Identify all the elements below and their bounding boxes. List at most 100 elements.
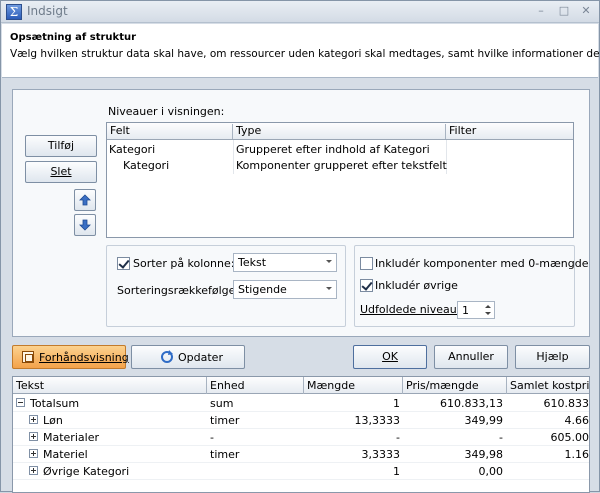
unfold-levels-spinner[interactable]: 1 — [457, 301, 495, 319]
column-header-pris[interactable]: Pris/mængde — [403, 377, 507, 394]
cell-pris: 349,99 — [464, 414, 504, 427]
minimize-button[interactable]: – — [532, 3, 550, 19]
dialog-window: Σ Indsigt – □ ✕ Opsætning af struktur Væ… — [0, 0, 600, 493]
sigma-app-icon: Σ — [6, 4, 22, 20]
cell-pris: 610.833,13 — [440, 397, 503, 410]
sort-on-column-label: Sorter på kolonne: — [133, 257, 235, 270]
spin-up-icon[interactable] — [485, 305, 491, 308]
refresh-icon — [161, 350, 173, 363]
preview-button[interactable]: Forhåndsvisning — [12, 345, 129, 369]
expand-icon[interactable] — [29, 432, 38, 441]
levels-label: Niveauer i visningen: — [108, 105, 225, 118]
cell-maengde: 13,3333 — [354, 414, 401, 427]
cell-enhed: sum — [210, 397, 234, 410]
sort-order-value: Stigende — [238, 283, 287, 296]
preview-icon — [22, 351, 34, 363]
levels-row-type: Komponenter grupperet efter tekstfelt — [236, 159, 447, 172]
expand-icon[interactable] — [29, 449, 38, 458]
title-bar[interactable]: Σ Indsigt – □ ✕ — [1, 1, 599, 23]
cell-samlet: 4.66 — [564, 414, 590, 427]
table-row[interactable]: Materialer - - - 605.00 — [13, 429, 590, 446]
unfold-levels-label: Udfoldede niveauer — [360, 303, 468, 316]
ok-button[interactable]: OK — [353, 345, 427, 369]
add-button-label: Tilføj — [47, 139, 75, 152]
include-other-label: Inkludér øvrige — [375, 279, 458, 292]
cell-samlet: 605.00 — [550, 431, 590, 444]
table-row[interactable]: Løn timer 13,3333 349,99 4.66 — [13, 412, 590, 429]
move-down-button[interactable] — [74, 214, 96, 236]
header-description: Vælg hvilken struktur data skal have, om… — [10, 48, 600, 60]
column-header-enhed[interactable]: Enhed — [207, 377, 304, 394]
cell-enhed: - — [210, 431, 214, 444]
include-zero-qty-label: Inkludér komponenter med 0-mængde — [375, 257, 589, 270]
arrow-down-icon — [79, 219, 91, 231]
cell-tekst: Materialer — [43, 431, 99, 444]
close-button[interactable]: ✕ — [577, 3, 595, 19]
cell-samlet: 610.833 — [543, 397, 590, 410]
cell-maengde: - — [396, 431, 400, 444]
sort-on-column-checkbox[interactable] — [117, 257, 130, 270]
maximize-button[interactable]: □ — [555, 3, 573, 19]
levels-row-felt: Kategori — [109, 143, 156, 156]
cell-pris: 349,98 — [464, 448, 504, 461]
cell-maengde: 3,3333 — [361, 448, 401, 461]
levels-grid-header: Felt Type Filter — [107, 123, 573, 140]
collapse-icon[interactable] — [16, 398, 25, 407]
chevron-down-icon — [326, 287, 332, 290]
cell-tekst: Øvrige Kategori — [43, 465, 130, 478]
sort-order-label: Sorteringsrækkefølge: — [117, 284, 240, 297]
update-button[interactable]: Opdater — [131, 345, 245, 369]
cell-enhed: timer — [210, 414, 240, 427]
results-grid[interactable]: Tekst Enhed Mængde Pris/mængde Samlet ko… — [12, 376, 590, 493]
include-other-checkbox[interactable] — [360, 279, 373, 292]
arrow-up-icon — [79, 194, 91, 206]
table-row[interactable]: Totalsum sum 1 610.833,13 610.833 — [13, 395, 590, 412]
cancel-button[interactable]: Annuller — [434, 345, 508, 369]
column-header-samlet[interactable]: Samlet kostpris — [507, 377, 589, 394]
help-button[interactable]: Hjælp — [515, 345, 590, 369]
cell-maengde: 1 — [393, 465, 400, 478]
column-header-felt[interactable]: Felt — [107, 124, 233, 139]
update-button-label: Opdater — [178, 351, 223, 364]
levels-row-felt: Kategori — [123, 159, 170, 172]
header-section: Opsætning af struktur Vælg hvilken struk… — [2, 24, 600, 78]
column-header-type[interactable]: Type — [233, 124, 446, 139]
column-header-maengde[interactable]: Mængde — [304, 377, 403, 394]
cell-pris: - — [499, 431, 503, 444]
delete-button[interactable]: Slet — [25, 161, 97, 183]
expand-icon[interactable] — [29, 466, 38, 475]
expand-icon[interactable] — [29, 415, 38, 424]
cell-maengde: 1 — [393, 397, 400, 410]
table-row[interactable]: Øvrige Kategori 1 0,00 — [13, 463, 589, 480]
cell-tekst: Totalsum — [30, 397, 80, 410]
results-header: Tekst Enhed Mængde Pris/mængde Samlet ko… — [13, 377, 589, 394]
preview-button-label: Forhåndsvisning — [39, 351, 129, 364]
cell-tekst: Materiel — [43, 448, 88, 461]
cancel-button-label: Annuller — [448, 350, 494, 363]
levels-row[interactable]: Kategori Komponenter grupperet efter tek… — [107, 158, 573, 174]
delete-button-label: Slet — [50, 165, 72, 178]
levels-grid[interactable]: Felt Type Filter Kategori Grupperet efte… — [106, 122, 574, 238]
cell-samlet: 1.16 — [564, 448, 590, 461]
ok-button-label: OK — [382, 350, 398, 363]
cell-pris: 0,00 — [478, 465, 504, 478]
move-up-button[interactable] — [74, 189, 96, 211]
column-header-filter[interactable]: Filter — [446, 124, 573, 139]
column-header-tekst[interactable]: Tekst — [13, 377, 207, 394]
window-title: Indsigt — [27, 4, 68, 18]
table-row[interactable]: Materiel timer 3,3333 349,98 1.16 — [13, 446, 590, 463]
cell-tekst: Løn — [43, 414, 63, 427]
include-zero-qty-checkbox[interactable] — [360, 257, 373, 270]
add-button[interactable]: Tilføj — [25, 135, 97, 157]
sort-order-select[interactable]: Stigende — [233, 280, 337, 299]
chevron-down-icon — [326, 260, 332, 263]
levels-row[interactable]: Kategori Grupperet efter indhold af Kate… — [107, 142, 573, 158]
unfold-levels-value: 1 — [462, 304, 469, 317]
sort-column-select[interactable]: Tekst — [233, 253, 337, 272]
sort-column-value: Tekst — [238, 256, 267, 269]
cell-enhed: timer — [210, 448, 240, 461]
levels-row-type: Grupperet efter indhold af Kategori — [236, 143, 430, 156]
spin-down-icon[interactable] — [485, 312, 491, 315]
help-button-label: Hjælp — [536, 350, 569, 363]
header-title: Opsætning af struktur — [10, 32, 137, 43]
